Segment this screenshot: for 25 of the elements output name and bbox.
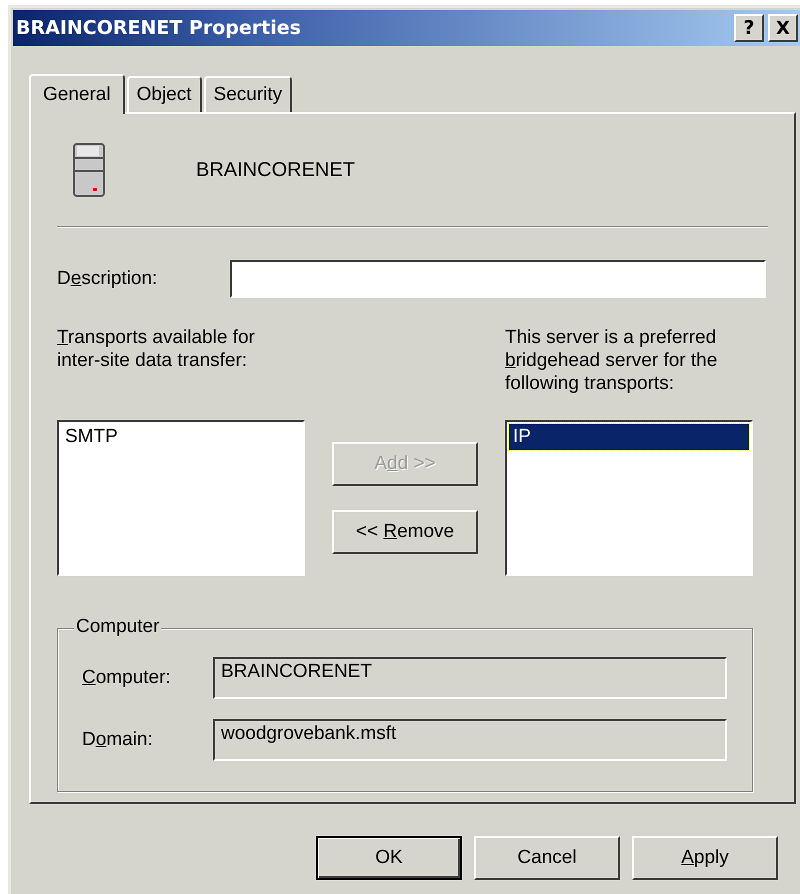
apply-button[interactable]: Apply [632,836,778,880]
server-icon [73,143,105,197]
bridgehead-label: This server is a preferred bridgehead server for the following transports: [505,326,718,396]
help-button[interactable]: ? [734,14,764,42]
close-button[interactable]: X [768,14,798,42]
list-item[interactable]: SMTP [61,424,301,450]
bridgehead-list[interactable]: IP [505,420,753,576]
tab[interactable]: Object [126,76,202,112]
window-title: BRAINCORENET Properties [15,17,301,39]
description-field[interactable] [230,260,766,298]
field-label: Computer: [82,667,172,689]
read-only-field[interactable]: woodgrovebank.msft [213,719,727,761]
read-only-field[interactable]: BRAINCORENET [213,657,727,699]
ok-button[interactable]: OK [316,836,462,880]
transports-label: Transports available for inter-site data transfer: [57,326,256,373]
field-label: Domain: [82,729,154,751]
server-name: BRAINCORENET [196,158,355,182]
description-label: Description: [57,268,158,290]
list-item[interactable]: IP [509,424,749,450]
tab[interactable]: Security [204,76,292,112]
tab[interactable]: General [29,74,125,114]
cancel-button[interactable]: Cancel [474,836,620,880]
transports-list[interactable]: SMTP [57,420,305,576]
remove-button[interactable]: << Remove [332,510,478,554]
group-legend: Computer [74,616,162,638]
